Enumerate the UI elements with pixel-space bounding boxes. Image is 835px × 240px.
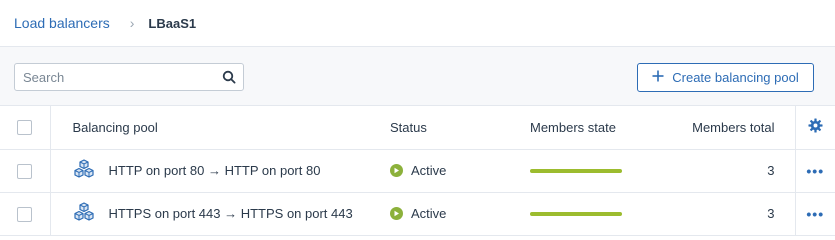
- row-actions-cell: •••: [794, 192, 835, 236]
- header-members-total[interactable]: Members total: [669, 106, 795, 150]
- row-actions-cell: •••: [794, 149, 835, 193]
- breadcrumb-current: LBaaS1: [148, 15, 197, 31]
- breadcrumb-separator: ›: [129, 15, 135, 31]
- search-input[interactable]: [15, 64, 215, 90]
- more-icon[interactable]: •••: [806, 206, 824, 222]
- toolbar: Create balancing pool: [0, 47, 835, 106]
- play-icon: [390, 207, 403, 220]
- status-cell: Active: [390, 149, 530, 193]
- create-button-label: Create balancing pool: [672, 70, 799, 85]
- search-box: [14, 63, 244, 91]
- row-checkbox[interactable]: [17, 206, 33, 222]
- table-row[interactable]: HTTPS on port 443 → HTTPS on port 443 Ac…: [0, 192, 835, 236]
- gear-icon[interactable]: [808, 118, 823, 136]
- pools-table: Balancing pool Status Members state Memb…: [0, 106, 835, 236]
- header-balancing-pool[interactable]: Balancing pool: [50, 106, 390, 150]
- members-state-cell: [530, 192, 669, 236]
- members-state-bar: [530, 211, 622, 216]
- status-text: Active: [411, 163, 447, 178]
- search-icon[interactable]: [215, 70, 243, 84]
- members-total-cell: 3: [669, 149, 795, 193]
- status-cell: Active: [390, 192, 530, 236]
- breadcrumb-load-balancers[interactable]: Load balancers: [14, 15, 110, 31]
- play-icon: [390, 164, 403, 177]
- row-checkbox[interactable]: [17, 163, 33, 179]
- select-all-checkbox[interactable]: [17, 120, 33, 136]
- table-header-row: Balancing pool Status Members state Memb…: [0, 106, 835, 150]
- table-row[interactable]: HTTP on port 80 → HTTP on port 80 Active…: [0, 149, 835, 193]
- members-state-cell: [530, 149, 669, 193]
- more-icon[interactable]: •••: [806, 163, 824, 179]
- members-total-cell: 3: [669, 192, 795, 236]
- pool-cell: HTTPS on port 443 → HTTPS on port 443: [50, 192, 390, 236]
- pool-cell: HTTP on port 80 → HTTP on port 80: [50, 149, 390, 193]
- pool-name[interactable]: HTTP on port 80 → HTTP on port 80: [109, 163, 321, 178]
- status-text: Active: [411, 206, 447, 221]
- breadcrumb: Load balancers › LBaaS1: [0, 0, 835, 47]
- column-settings-cell: [794, 106, 835, 150]
- row-select-cell: [0, 192, 51, 236]
- pool-name[interactable]: HTTPS on port 443 → HTTPS on port 443: [109, 206, 353, 221]
- row-select-cell: [0, 149, 51, 193]
- members-state-bar: [530, 168, 622, 173]
- cubes-icon: [73, 159, 95, 182]
- header-status[interactable]: Status: [390, 106, 530, 150]
- plus-icon: [652, 70, 664, 85]
- create-balancing-pool-button[interactable]: Create balancing pool: [637, 63, 814, 92]
- header-members-state[interactable]: Members state: [530, 106, 669, 150]
- cubes-icon: [73, 202, 95, 225]
- select-all-cell: [0, 106, 51, 150]
